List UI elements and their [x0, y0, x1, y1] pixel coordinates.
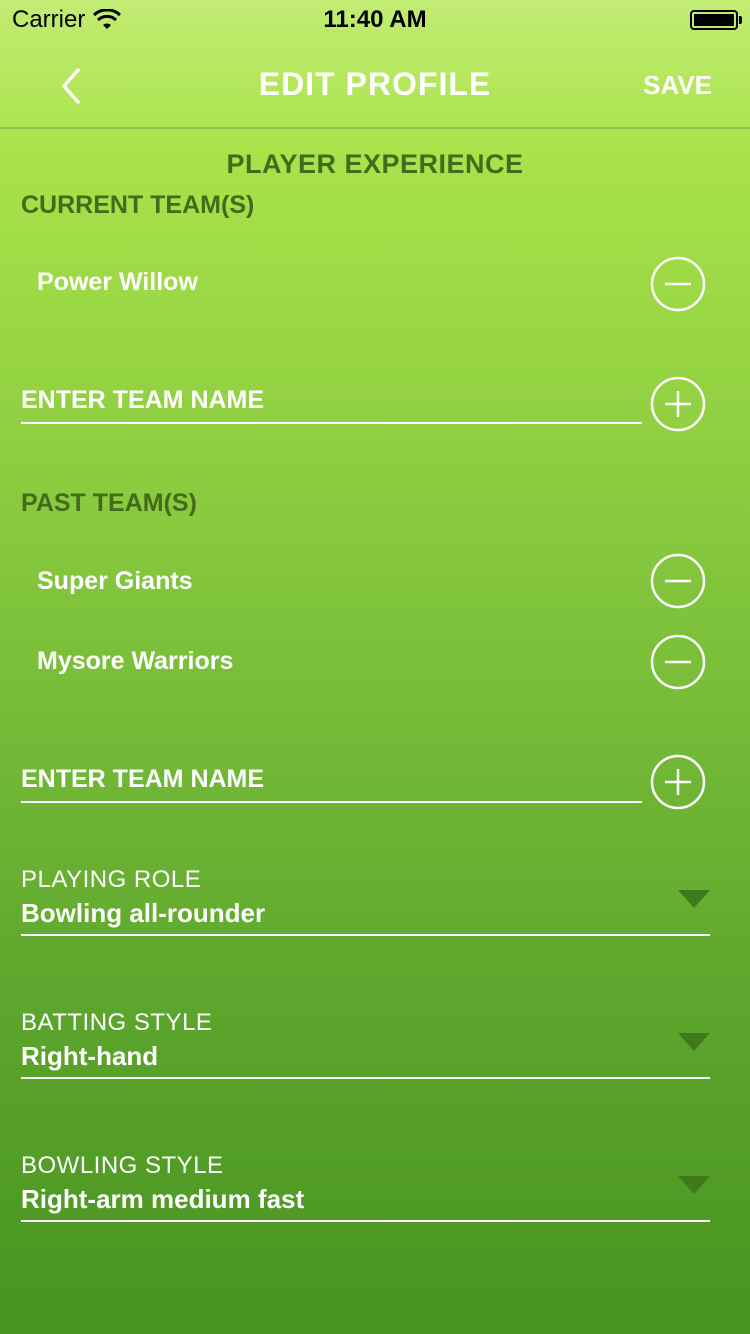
bowling-style-value: Right-arm medium fast [21, 1184, 305, 1214]
caret-down-icon [678, 1033, 710, 1051]
status-bar: Carrier 11:40 AM [0, 0, 750, 40]
current-teams-label: CURRENT TEAM(S) [21, 191, 255, 219]
minus-circle-icon [650, 553, 706, 609]
bowling-style-dropdown[interactable]: BOWLING STYLE Right-arm medium fast [21, 1152, 710, 1222]
status-time: 11:40 AM [323, 6, 427, 33]
past-team-name-input[interactable] [21, 757, 642, 803]
page-title: EDIT PROFILE [258, 66, 492, 102]
caret-down-icon [678, 1176, 710, 1194]
batting-style-label: BATTING STYLE [21, 1009, 213, 1036]
battery-icon [690, 10, 742, 30]
section-title: PLAYER EXPERIENCE [226, 149, 524, 179]
remove-past-team-button[interactable] [650, 553, 706, 609]
caret-down-icon [678, 890, 710, 908]
batting-style-dropdown[interactable]: BATTING STYLE Right-hand [21, 1009, 710, 1079]
plus-circle-icon [650, 754, 706, 810]
minus-circle-icon [650, 256, 706, 312]
minus-circle-icon [650, 634, 706, 690]
remove-current-team-button[interactable] [650, 256, 706, 312]
playing-role-dropdown[interactable]: PLAYING ROLE Bowling all-rounder [21, 866, 710, 936]
past-team-name: Mysore Warriors [37, 647, 234, 675]
navigation-bar: EDIT PROFILE SAVE [0, 40, 750, 129]
batting-style-value: Right-hand [21, 1041, 159, 1071]
playing-role-value: Bowling all-rounder [21, 898, 266, 928]
add-current-team-button[interactable] [650, 376, 706, 432]
save-button[interactable]: SAVE [643, 70, 712, 101]
current-team-name: Power Willow [37, 268, 198, 296]
remove-past-team-button[interactable] [650, 634, 706, 690]
past-teams-label: PAST TEAM(S) [21, 489, 197, 517]
bowling-style-label: BOWLING STYLE [21, 1152, 224, 1179]
past-team-name: Super Giants [37, 567, 193, 595]
current-team-name-input[interactable] [21, 378, 642, 424]
playing-role-label: PLAYING ROLE [21, 866, 202, 893]
add-past-team-button[interactable] [650, 754, 706, 810]
plus-circle-icon [650, 376, 706, 432]
